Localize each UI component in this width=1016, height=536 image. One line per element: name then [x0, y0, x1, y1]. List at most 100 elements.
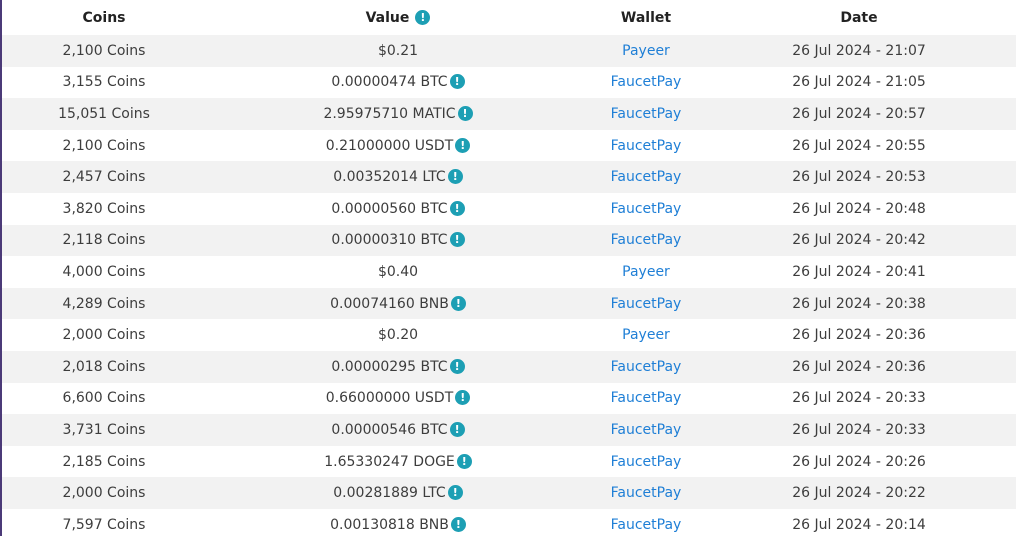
table-row: 3,155 Coins 0.00000474 BTC! FaucetPay 26 Ju…	[2, 66, 1016, 99]
wallet-link[interactable]: FaucetPay	[611, 454, 682, 470]
info-icon[interactable]: !	[415, 9, 431, 25]
info-icon[interactable]: !	[449, 232, 465, 248]
wallet-cell: FaucetPay	[590, 224, 702, 257]
coins-cell: 2,118 Coins	[2, 224, 206, 257]
coins-cell: 15,051 Coins	[2, 98, 206, 130]
value-text: 0.00130818 BNB	[330, 516, 449, 533]
coins-cell: 3,820 Coins	[2, 192, 206, 225]
info-icon[interactable]: !	[447, 169, 463, 185]
wallet-link[interactable]: Payeer	[622, 43, 670, 59]
value-text: $0.40	[377, 263, 419, 280]
table-row: 6,600 Coins 0.66000000 USDT! FaucetPay 26 J…	[2, 382, 1016, 415]
info-icon[interactable]: !	[449, 200, 465, 216]
wallet-cell: FaucetPay	[590, 382, 702, 415]
withdrawal-history-table: Coins Value! Wallet Date 2,100 Coins $0.2…	[2, 0, 1016, 536]
date-cell: 26 Jul 2024 - 20:26	[702, 445, 1016, 478]
wallet-cell: FaucetPay	[590, 350, 702, 383]
info-icon[interactable]: !	[450, 516, 466, 532]
value-text: 0.00000310 BTC	[331, 232, 448, 249]
coins-cell: 7,597 Coins	[2, 508, 206, 536]
info-icon[interactable]: !	[449, 358, 465, 374]
value-cell: 0.00000560 BTC!	[206, 192, 590, 225]
wallet-link[interactable]: FaucetPay	[611, 359, 682, 375]
wallet-cell: FaucetPay	[590, 445, 702, 478]
coins-cell: 2,018 Coins	[2, 350, 206, 383]
wallet-link[interactable]: FaucetPay	[611, 106, 682, 122]
info-icon[interactable]: !	[457, 105, 473, 121]
header-value: Value!	[206, 0, 590, 35]
header-value-label: Value	[365, 9, 410, 26]
table-row: 4,289 Coins 0.00074160 BNB! FaucetPay 26 Ju…	[2, 287, 1016, 320]
wallet-cell: FaucetPay	[590, 192, 702, 225]
table-row: 2,118 Coins 0.00000310 BTC! FaucetPay 26 Ju…	[2, 224, 1016, 257]
value-text: 0.00281889 LTC	[333, 485, 446, 502]
info-icon[interactable]: !	[449, 421, 465, 437]
value-cell: 0.00074160 BNB!	[206, 287, 590, 320]
table-row: 7,597 Coins 0.00130818 BNB! FaucetPay 26 Ju…	[2, 508, 1016, 536]
table-row: 2,185 Coins 1.65330247 DOGE! FaucetPay 26 J…	[2, 445, 1016, 478]
info-icon[interactable]: !	[455, 390, 471, 406]
value-text: 0.00000474 BTC	[331, 74, 448, 91]
withdrawal-history-panel: Coins Value! Wallet Date 2,100 Coins $0.2…	[2, 0, 1016, 536]
date-cell: 26 Jul 2024 - 20:14	[702, 508, 1016, 536]
date-cell: 26 Jul 2024 - 20:55	[702, 129, 1016, 162]
wallet-cell: FaucetPay	[590, 129, 702, 162]
info-icon[interactable]: !	[449, 74, 465, 90]
wallet-link[interactable]: FaucetPay	[611, 169, 682, 185]
table-row: 15,051 Coins 2.95975710 MATIC! FaucetPay 26…	[2, 98, 1016, 130]
info-icon[interactable]: !	[455, 137, 471, 153]
date-cell: 26 Jul 2024 - 20:38	[702, 287, 1016, 320]
coins-cell: 4,289 Coins	[2, 287, 206, 320]
wallet-link[interactable]: FaucetPay	[611, 517, 682, 533]
wallet-cell: FaucetPay	[590, 66, 702, 99]
wallet-link[interactable]: FaucetPay	[611, 296, 682, 312]
value-text: $0.20	[377, 327, 419, 344]
info-icon[interactable]: !	[447, 485, 463, 501]
value-cell: 0.00000546 BTC!	[206, 414, 590, 446]
value-text: $0.21	[377, 42, 419, 59]
date-cell: 26 Jul 2024 - 20:36	[702, 350, 1016, 383]
date-cell: 26 Jul 2024 - 20:53	[702, 161, 1016, 193]
table-row: 2,100 Coins 0.21000000 USDT! FaucetPay 26 J…	[2, 129, 1016, 162]
coins-cell: 2,100 Coins	[2, 35, 206, 67]
coins-cell: 3,731 Coins	[2, 414, 206, 446]
wallet-link[interactable]: FaucetPay	[611, 232, 682, 248]
value-text: 1.65330247 DOGE	[324, 453, 455, 470]
wallet-cell: FaucetPay	[590, 161, 702, 193]
value-text: 0.00352014 LTC	[333, 169, 446, 186]
wallet-link[interactable]: FaucetPay	[611, 422, 682, 438]
info-icon[interactable]: !	[456, 453, 472, 469]
wallet-link[interactable]: Payeer	[622, 327, 670, 343]
table-row: 2,000 Coins 0.00281889 LTC! FaucetPay 26 Ju…	[2, 477, 1016, 509]
wallet-cell: FaucetPay	[590, 508, 702, 536]
coins-cell: 3,155 Coins	[2, 66, 206, 99]
wallet-link[interactable]: FaucetPay	[611, 201, 682, 217]
value-cell: 2.95975710 MATIC!	[206, 98, 590, 130]
value-text: 0.00000546 BTC	[331, 421, 448, 438]
coins-cell: 6,600 Coins	[2, 382, 206, 415]
value-text: 0.00000295 BTC	[331, 358, 448, 375]
wallet-cell: FaucetPay	[590, 414, 702, 446]
wallet-link[interactable]: FaucetPay	[611, 485, 682, 501]
table-row: 2,018 Coins 0.00000295 BTC! FaucetPay 26 Ju…	[2, 350, 1016, 383]
date-cell: 26 Jul 2024 - 21:07	[702, 35, 1016, 67]
table-row: 3,820 Coins 0.00000560 BTC! FaucetPay 26 Ju…	[2, 192, 1016, 225]
wallet-link[interactable]: Payeer	[622, 264, 670, 280]
date-cell: 26 Jul 2024 - 20:42	[702, 224, 1016, 257]
wallet-cell: Payeer	[590, 319, 702, 351]
date-cell: 26 Jul 2024 - 20:41	[702, 256, 1016, 288]
wallet-link[interactable]: FaucetPay	[611, 138, 682, 154]
value-cell: 0.00281889 LTC!	[206, 477, 590, 509]
info-icon[interactable]: !	[450, 295, 466, 311]
wallet-link[interactable]: FaucetPay	[611, 74, 682, 90]
header-coins: Coins	[82, 9, 126, 26]
value-text: 0.21000000 USDT	[325, 137, 454, 154]
coins-cell: 4,000 Coins	[2, 256, 206, 288]
wallet-link[interactable]: FaucetPay	[611, 390, 682, 406]
value-cell: $0.40	[206, 256, 590, 288]
header-row: Coins Value! Wallet Date	[2, 0, 1016, 35]
value-text: 0.00074160 BNB	[330, 295, 449, 312]
coins-cell: 2,000 Coins	[2, 319, 206, 351]
wallet-cell: Payeer	[590, 35, 702, 67]
value-text: 0.00000560 BTC	[331, 200, 448, 217]
